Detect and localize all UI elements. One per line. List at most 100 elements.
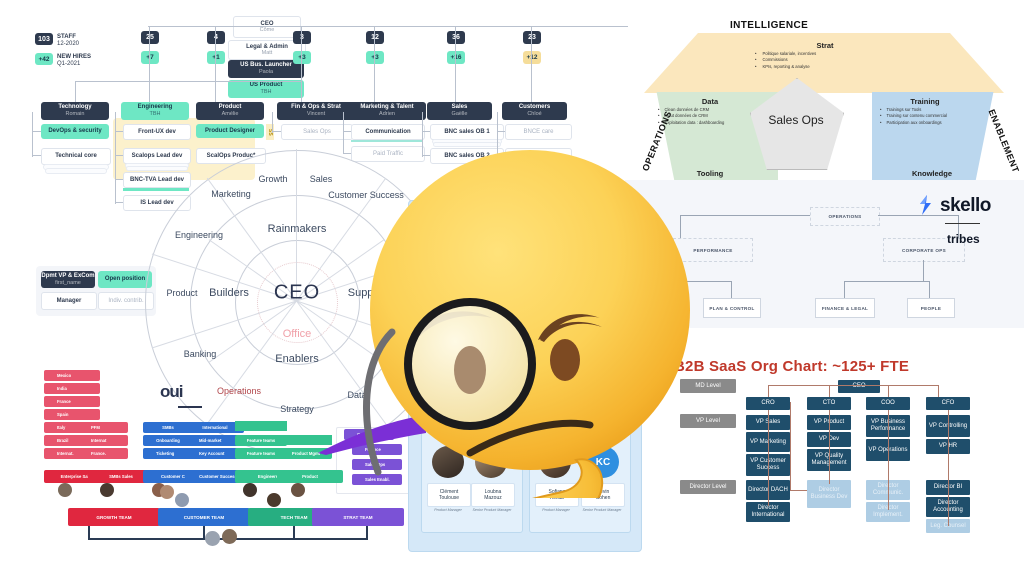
role-loubna: Senior Product Manager bbox=[472, 508, 512, 512]
avatar-cust-2 bbox=[160, 485, 174, 499]
team-growth: GROWTH TEAM bbox=[68, 508, 160, 526]
legend-staff-line1: STAFF bbox=[57, 34, 76, 40]
legend-staff-line2: 12-2020 bbox=[57, 41, 80, 48]
team-strat: STRAT TEAM bbox=[312, 508, 404, 526]
mkt-link-0 bbox=[343, 131, 351, 132]
wheel-seg-sales: Sales bbox=[309, 174, 333, 184]
legend-dpmt-label: Dpmt VP & ExCom bbox=[41, 272, 95, 279]
eng-link-0 bbox=[115, 131, 123, 132]
technology-child-1: Technical core bbox=[41, 148, 111, 165]
avatar-cust-3 bbox=[175, 493, 189, 507]
cust-link-0 bbox=[497, 131, 505, 132]
us-launcher-title: US Bus. Launcher bbox=[240, 62, 292, 69]
dept-marketing: Marketing & Talent Adrien bbox=[348, 102, 426, 120]
marketing-title: Marketing & Talent bbox=[360, 104, 414, 111]
collage-canvas: 103 STAFF 12-2020 +42 NEW HIRES Q1-2021 … bbox=[0, 0, 1024, 576]
legend-card-open: Open position bbox=[98, 271, 152, 288]
b2b-coo: COO bbox=[866, 397, 910, 410]
avatar-exec-1 bbox=[205, 531, 220, 546]
col-stem-1 bbox=[215, 26, 216, 105]
country-chip-spain: Spain bbox=[44, 409, 100, 420]
bullet-dot: • bbox=[755, 63, 757, 69]
skello-logo-svg bbox=[920, 195, 931, 215]
sales-title: Sales bbox=[451, 104, 468, 111]
sales-name: Gaëlle bbox=[451, 111, 468, 118]
col-stem-0 bbox=[149, 26, 150, 105]
sales-child-0: BNC sales OB 1 bbox=[430, 124, 504, 140]
oui-logo: oui bbox=[160, 382, 183, 401]
hex-knowledge-title: Knowledge bbox=[911, 169, 952, 178]
wheel-center-office: Office bbox=[282, 328, 312, 340]
avatar-exec-2 bbox=[222, 529, 237, 544]
legend-staff-count: 103 bbox=[35, 33, 53, 45]
b2b-ceo: CEO bbox=[838, 380, 880, 393]
b2b-coo-spine bbox=[888, 410, 889, 510]
legend-card-manager: Manager bbox=[41, 292, 97, 310]
fin-link-0 bbox=[272, 131, 281, 132]
wheel-ring-label-builders: Builders bbox=[209, 287, 249, 299]
hex-top-label: INTELLIGENCE bbox=[730, 20, 809, 31]
hex-training-title: Training bbox=[910, 97, 940, 106]
legend-hires-line1: NEW HIRES bbox=[57, 54, 92, 60]
col-growth-0: +7 bbox=[141, 51, 159, 64]
dept-sales: Sales Gaëlle bbox=[427, 102, 492, 120]
tech-green-accent bbox=[235, 421, 287, 431]
hex-data-title: Data bbox=[701, 97, 719, 106]
legend-hires-label: NEW HIRES Q1-2021 bbox=[57, 54, 91, 68]
legend-hires-count: +42 bbox=[35, 53, 53, 65]
sub-chip-pfm: PFM bbox=[78, 422, 128, 433]
dept-engineering: Engineering TBH bbox=[121, 102, 189, 120]
col-stem-3 bbox=[374, 26, 375, 105]
skello-corp-bus bbox=[844, 281, 930, 282]
tech-link-0 bbox=[32, 131, 41, 132]
manager-product: Product bbox=[277, 470, 343, 483]
avatar-growth-1 bbox=[58, 483, 72, 497]
eng-link-3 bbox=[115, 202, 123, 203]
customers-child-0: BNCE care bbox=[505, 124, 572, 140]
avatar-growth-2 bbox=[100, 483, 114, 497]
legal-admin-name: Matt bbox=[261, 50, 273, 57]
tech-side-rail bbox=[32, 112, 33, 157]
b2b-cro-jog-h bbox=[790, 490, 807, 491]
team-customer: CUSTOMER TEAM bbox=[158, 508, 250, 526]
customers-name: Chloé bbox=[527, 111, 542, 118]
b2b-cfo: CFO bbox=[926, 397, 970, 410]
b2b-saas-org-chart: B2B SaaS Org Chart: ~125+ FTE MD Level V… bbox=[655, 352, 1024, 576]
us-launcher-name: Paola bbox=[258, 69, 274, 76]
avatar-tech-1 bbox=[243, 483, 257, 497]
avatar-tech-3 bbox=[267, 493, 281, 507]
product-title: Product bbox=[218, 104, 242, 111]
emoji-svg bbox=[363, 150, 690, 576]
skello-finance-legal: FINANCE & LEGAL bbox=[815, 298, 875, 318]
legal-admin-title: Legal & Admin bbox=[246, 43, 288, 50]
b2b-cro-spine bbox=[768, 410, 769, 506]
col-stem-5 bbox=[531, 26, 532, 105]
wheel-seg-product: Product bbox=[166, 288, 198, 298]
engineering-title: Engineering bbox=[137, 104, 173, 111]
oui-logo-bar bbox=[178, 406, 202, 408]
fin-rail bbox=[272, 112, 273, 133]
skello-corp-d2 bbox=[929, 281, 930, 298]
hex-strat-bullets: • Politique salariale, incentives • Commis… bbox=[755, 51, 905, 70]
role-kevin: Senior Product Manager bbox=[582, 508, 622, 512]
skello-corp-d1 bbox=[844, 281, 845, 298]
col-stem-4 bbox=[455, 26, 456, 105]
legend-staff-label: STAFF 12-2020 bbox=[57, 34, 79, 48]
emoji-eye-right bbox=[550, 339, 580, 381]
skello-people: PEOPLE bbox=[907, 298, 955, 318]
col-growth-1: +1 bbox=[207, 51, 225, 64]
emoji-face bbox=[370, 150, 690, 470]
technology-child-0: DevOps & security bbox=[41, 124, 109, 139]
sales-link-0 bbox=[422, 131, 430, 132]
skello-logo-icon bbox=[917, 195, 933, 215]
us-product-title: US Product bbox=[249, 82, 283, 89]
hex-data-b2: Exploitation data : dashboarding bbox=[664, 119, 725, 125]
technology-stack-2 bbox=[45, 168, 107, 174]
bullet-dot: • bbox=[880, 119, 882, 125]
b2b-director-business-dev: Director Business Dev bbox=[807, 480, 851, 508]
b2b-stem-cto bbox=[829, 385, 830, 397]
skello-brand: skello bbox=[940, 195, 991, 216]
wheel-center-ceo: CEO bbox=[273, 281, 321, 304]
legend-dpmt-sub: first_name bbox=[55, 279, 81, 286]
skello-corp-stem bbox=[923, 260, 924, 282]
